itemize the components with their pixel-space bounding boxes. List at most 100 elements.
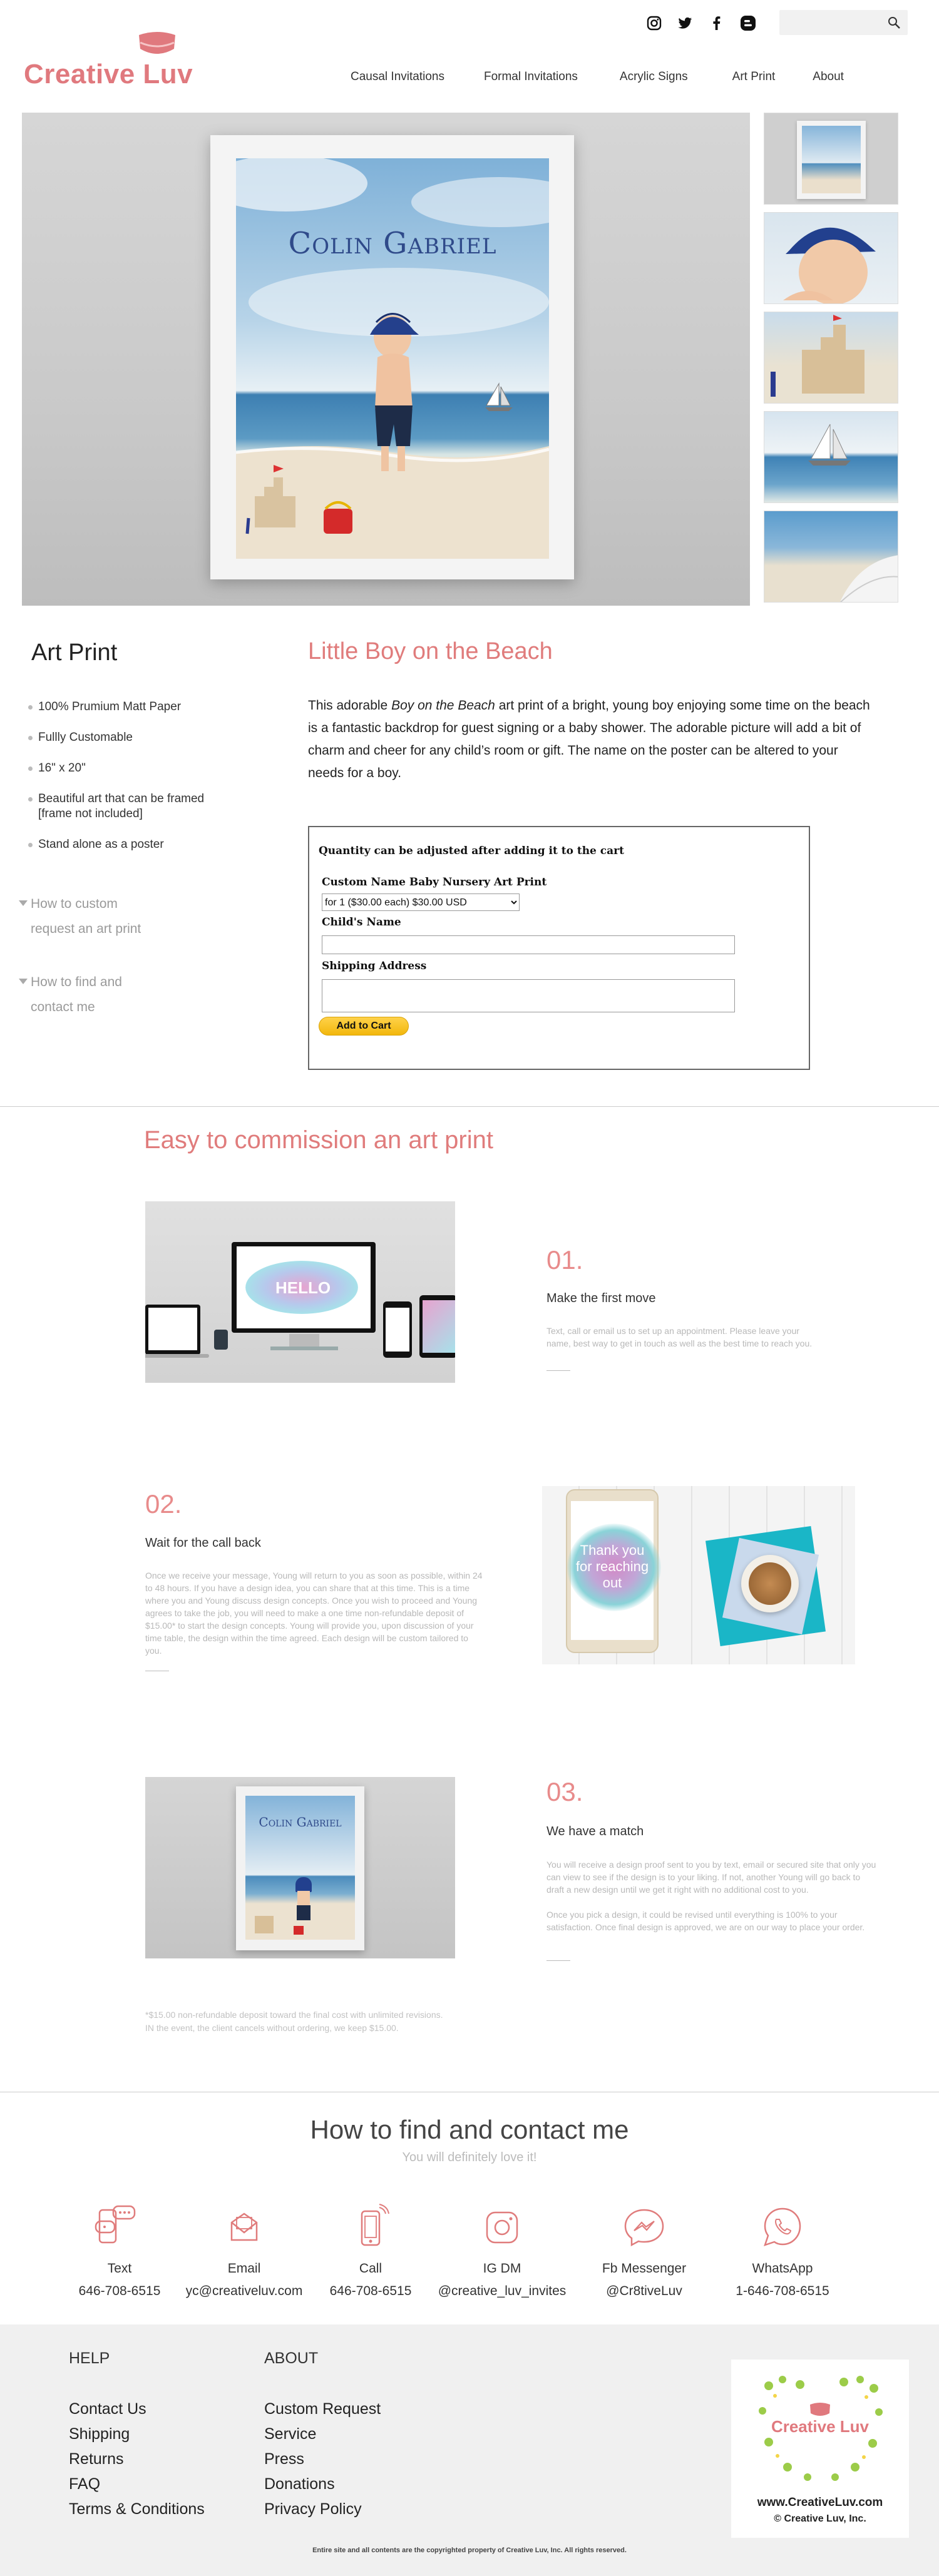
contact-call[interactable]: Call 646-708-6515	[295, 2202, 446, 2299]
footer-link-privacy[interactable]: Privacy Policy	[264, 2497, 381, 2522]
messenger-icon	[624, 2209, 664, 2247]
copyright-text: Entire site and all contents are the cop…	[312, 2547, 627, 2554]
divider	[0, 1106, 939, 1107]
thumbnail-4[interactable]	[764, 411, 898, 503]
email-icon	[230, 2212, 258, 2241]
blogger-icon[interactable]	[739, 14, 757, 33]
logo-mark-icon	[139, 32, 175, 54]
step-2-body: Once we receive your message, Young will…	[145, 1571, 483, 1656]
step-2-number: 02.	[145, 1489, 182, 1519]
step-2-image: Thank you for reaching out	[542, 1486, 855, 1664]
add-to-cart-form: Quantity can be adjusted after adding it…	[308, 826, 810, 1070]
text-message-icon	[95, 2205, 136, 2244]
thumbnail-2[interactable]	[764, 212, 898, 304]
nav-about[interactable]: About	[813, 70, 844, 84]
whatsapp-icon	[764, 2207, 801, 2246]
about-heading: ABOUT	[264, 2349, 319, 2367]
help-heading: HELP	[69, 2349, 110, 2367]
instagram-icon[interactable]	[645, 14, 664, 33]
thumbnail-3[interactable]	[764, 312, 898, 404]
nav-acrylic-signs[interactable]: Acrylic Signs	[620, 70, 688, 84]
social-links	[645, 14, 757, 33]
poster-frame: Colin Gabriel	[210, 135, 574, 579]
step-3-body-2: Once you pick a design, it could be revi…	[546, 1910, 865, 1932]
page: { "header": { "logo_text": "Creative Luv…	[0, 0, 939, 2576]
search-input[interactable]	[779, 10, 908, 35]
search-icon[interactable]	[886, 15, 901, 30]
option-select[interactable]: for 1 ($30.00 each) $30.00 USD	[322, 893, 520, 911]
badge-url[interactable]: www.CreativeLuv.com	[731, 2496, 909, 2510]
step-2-heading: Wait for the call back	[145, 1536, 261, 1550]
contact-value: @creative_luv_invites	[438, 2284, 567, 2298]
contact-me-link[interactable]: How to find and contact me	[19, 970, 122, 1020]
process-title: Easy to commission an art print	[144, 1126, 493, 1154]
badge-logo: Creative Luv	[771, 2417, 870, 2436]
shipping-address-label: Shipping Address	[322, 960, 427, 972]
contact-value: 1-646-708-6515	[736, 2284, 829, 2298]
instagram-icon	[486, 2211, 518, 2244]
footer: HELP Contact Us Shipping Returns FAQ Ter…	[0, 2324, 939, 2576]
facebook-icon[interactable]	[707, 14, 726, 33]
contact-label: Call	[359, 2261, 382, 2276]
feature-item: 100% Prumium Matt Paper	[28, 700, 228, 715]
nav-art-print[interactable]: Art Print	[732, 70, 776, 84]
footer-link-service[interactable]: Service	[264, 2421, 381, 2446]
thumbnail-list	[764, 113, 898, 610]
step-1-number: 01.	[546, 1245, 583, 1275]
triangle-down-icon	[19, 900, 28, 906]
cart-note: Quantity can be adjusted after adding it…	[319, 845, 624, 857]
contact-whatsapp[interactable]: WhatsApp 1-646-708-6515	[707, 2202, 858, 2299]
step-divider	[546, 1960, 570, 1961]
footer-link-custom-request[interactable]: Custom Request	[264, 2396, 381, 2421]
logo[interactable]: Creative Luv	[24, 30, 193, 89]
step-1-heading: Make the first move	[546, 1291, 656, 1305]
nav-formal-invitations[interactable]: Formal Invitations	[484, 70, 578, 84]
child-name-label: Child's Name	[322, 916, 401, 929]
screen-text: Thank you for reaching out	[575, 1542, 649, 1591]
shipping-address-field[interactable]	[322, 979, 735, 1012]
about-links: Custom Request Service Press Donations P…	[264, 2396, 381, 2522]
feature-item: Beautiful art that can be framed [frame …	[28, 792, 228, 822]
add-to-cart-button[interactable]: Add to Cart	[319, 1017, 409, 1036]
thumbnail-1[interactable]	[764, 113, 898, 205]
contact-value: @Cr8tiveLuv	[606, 2284, 682, 2298]
twitter-icon[interactable]	[676, 14, 695, 33]
contact-label: WhatsApp	[752, 2261, 813, 2276]
phone-icon	[361, 2204, 389, 2246]
brand-badge: Creative Luv www.CreativeLuv.com © Creat…	[731, 2360, 909, 2538]
item-label: Custom Name Baby Nursery Art Print	[322, 876, 547, 888]
footer-link-press[interactable]: Press	[264, 2446, 381, 2472]
custom-request-link[interactable]: How to custom request an art print	[19, 892, 141, 942]
footer-link-shipping[interactable]: Shipping	[69, 2421, 205, 2446]
feature-item: 16" x 20"	[28, 761, 228, 776]
contact-messenger[interactable]: Fb Messenger @Cr8tiveLuv	[569, 2202, 719, 2299]
sidebar-title: Art Print	[31, 639, 118, 666]
contact-instagram[interactable]: IG DM @creative_luv_invites	[427, 2202, 577, 2299]
footer-link-contact-us[interactable]: Contact Us	[69, 2396, 205, 2421]
product-description: This adorable Boy on the Beach art print…	[308, 698, 870, 780]
footer-link-faq[interactable]: FAQ	[69, 2472, 205, 2497]
triangle-down-icon	[19, 979, 28, 984]
contact-value: 646-708-6515	[329, 2284, 412, 2298]
product-main-image[interactable]: Colin Gabriel	[22, 113, 750, 606]
footer-link-donations[interactable]: Donations	[264, 2472, 381, 2497]
step-3-number: 03.	[546, 1777, 583, 1806]
contact-subtitle: You will definitely love it!	[402, 2151, 537, 2164]
nav-causal-invitations[interactable]: Causal Invitations	[351, 70, 444, 84]
footer-link-terms[interactable]: Terms & Conditions	[69, 2497, 205, 2522]
footer-link-returns[interactable]: Returns	[69, 2446, 205, 2472]
poster-name: Colin Gabriel	[259, 1815, 342, 1830]
contact-label: Fb Messenger	[602, 2261, 687, 2276]
step-3-body: You will receive a design proof sent to …	[546, 1860, 876, 1895]
contact-title: How to find and contact me	[310, 2115, 629, 2144]
help-links: Contact Us Shipping Returns FAQ Terms & …	[69, 2396, 205, 2522]
main-nav: Causal Invitations Formal Invitations Ac…	[351, 70, 844, 84]
child-name-field[interactable]	[322, 935, 735, 954]
product-title: Little Boy on the Beach	[308, 638, 553, 664]
thumbnail-5[interactable]	[764, 511, 898, 603]
poster-name: Colin Gabriel	[288, 226, 497, 261]
step-1-body: Text, call or email us to set up an appo…	[546, 1326, 813, 1348]
step-3-image: Colin Gabriel	[145, 1777, 455, 1958]
poster-art: Colin Gabriel	[236, 158, 549, 559]
feature-list: 100% Prumium Matt Paper Fullly Customabl…	[28, 700, 228, 868]
